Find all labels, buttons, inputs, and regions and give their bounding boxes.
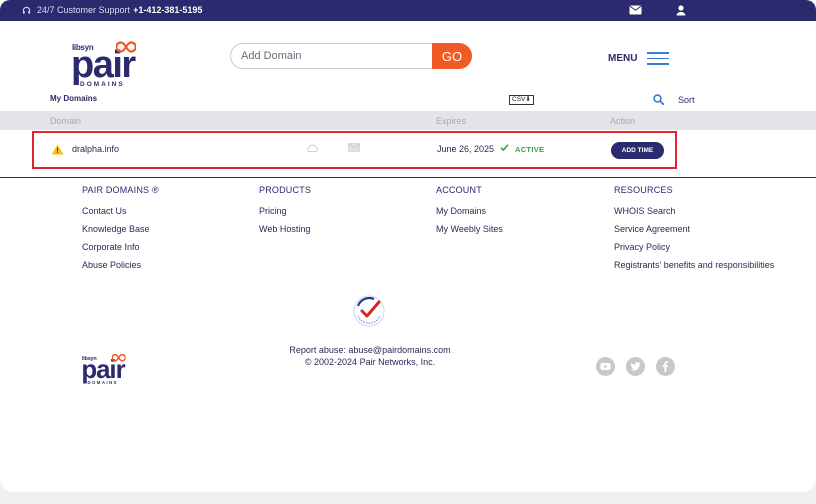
footer-link-pricing[interactable]: Pricing xyxy=(259,206,311,216)
column-expires: Expires xyxy=(436,116,467,126)
youtube-icon[interactable] xyxy=(596,357,615,376)
search-icon[interactable] xyxy=(653,94,664,105)
column-domain: Domain xyxy=(50,116,82,126)
footer-link-corporate-info[interactable]: Corporate Info xyxy=(82,242,159,252)
go-button[interactable]: GO xyxy=(432,43,472,69)
footer-col-resources: RESOURCES WHOIS Search Service Agreement… xyxy=(614,185,774,278)
footer-link-knowledge-base[interactable]: Knowledge Base xyxy=(82,224,159,234)
add-domain-search: GO xyxy=(230,43,472,69)
status-badge: ACTIVE xyxy=(515,145,545,154)
abuse-info: Report abuse: abuse@pairdomains.com © 20… xyxy=(250,344,490,368)
sort-label[interactable]: Sort xyxy=(678,95,695,105)
page: 24/7 Customer Support +1-412-381-5195 li… xyxy=(0,0,816,492)
column-action: Action xyxy=(610,116,636,126)
logo-domains: DOMAINS xyxy=(80,81,125,88)
twitter-icon[interactable] xyxy=(626,357,645,376)
expiration-date: June 26, 2025 xyxy=(437,144,495,154)
customer-support: 24/7 Customer Support +1-412-381-5195 xyxy=(22,5,202,15)
footer-col-products: PRODUCTS Pricing Web Hosting xyxy=(259,185,311,242)
cloud-icon[interactable] xyxy=(306,142,318,154)
menu-toggle[interactable]: MENU xyxy=(608,48,670,69)
footer-link-service-agreement[interactable]: Service Agreement xyxy=(614,224,774,234)
footer-heading: PAIR DOMAINS ® xyxy=(82,185,159,195)
footer-col-pair-domains: PAIR DOMAINS ® Contact Us Knowledge Base… xyxy=(82,185,159,278)
warning-icon xyxy=(51,144,64,155)
icann-accredited-seal[interactable] xyxy=(352,294,386,328)
footer-heading: RESOURCES xyxy=(614,185,673,195)
logo-domains: DOMAINS xyxy=(87,380,118,386)
support-label: 24/7 Customer Support xyxy=(37,5,131,15)
sort-control[interactable]: Sort xyxy=(653,94,695,105)
footer-link-whois-search[interactable]: WHOIS Search xyxy=(614,206,774,216)
facebook-icon[interactable] xyxy=(656,357,675,376)
infinity-loop-icon xyxy=(116,41,136,53)
add-domain-input[interactable] xyxy=(230,43,436,69)
footer-heading: ACCOUNT xyxy=(436,185,482,195)
mail-icon[interactable] xyxy=(629,5,642,15)
headset-icon xyxy=(22,6,31,14)
footer-link-web-hosting[interactable]: Web Hosting xyxy=(259,224,311,234)
footer-link-abuse-policies[interactable]: Abuse Policies xyxy=(82,260,159,270)
footer-link-privacy-policy[interactable]: Privacy Policy xyxy=(614,242,774,252)
footer-link-my-weebly-sites[interactable]: My Weebly Sites xyxy=(436,224,503,234)
footer-pair-domains-logo[interactable]: libsyn pair DOMAINS xyxy=(81,353,126,386)
table-row: dralpha.info June 26, 2025 ACTIVE ADD TI… xyxy=(32,131,677,169)
add-time-button[interactable]: ADD TIME xyxy=(611,142,664,159)
report-abuse-text[interactable]: Report abuse: abuse@pairdomains.com xyxy=(250,344,490,356)
hamburger-icon xyxy=(647,48,670,69)
domain-table-header: Domain Expires Action xyxy=(0,111,816,130)
pair-domains-logo[interactable]: libsyn pair DOMAINS xyxy=(71,41,136,91)
infinity-loop-icon xyxy=(111,353,126,362)
my-domains-title: My Domains xyxy=(50,94,98,103)
footer-link-my-domains[interactable]: My Domains xyxy=(436,206,503,216)
footer-divider xyxy=(0,177,816,178)
top-bar: 24/7 Customer Support +1-412-381-5195 xyxy=(0,0,816,21)
footer-link-contact-us[interactable]: Contact Us xyxy=(82,206,159,216)
user-icon[interactable] xyxy=(676,5,686,16)
footer-heading: PRODUCTS xyxy=(259,185,312,195)
check-icon xyxy=(500,144,509,152)
footer-col-account: ACCOUNT My Domains My Weebly Sites xyxy=(436,185,503,242)
support-phone[interactable]: +1-412-381-5195 xyxy=(133,5,202,15)
footer-link-registrants-benefits[interactable]: Registrants' benefits and responsibiliti… xyxy=(614,260,774,270)
envelope-icon[interactable] xyxy=(348,143,360,152)
domain-name-link[interactable]: dralpha.info xyxy=(72,144,119,154)
copyright-text: © 2002-2024 Pair Networks, Inc. xyxy=(304,357,436,367)
menu-label: MENU xyxy=(608,52,638,64)
csv-label: CSV xyxy=(512,96,526,103)
csv-download-button[interactable]: CSV⬇ xyxy=(509,95,534,105)
